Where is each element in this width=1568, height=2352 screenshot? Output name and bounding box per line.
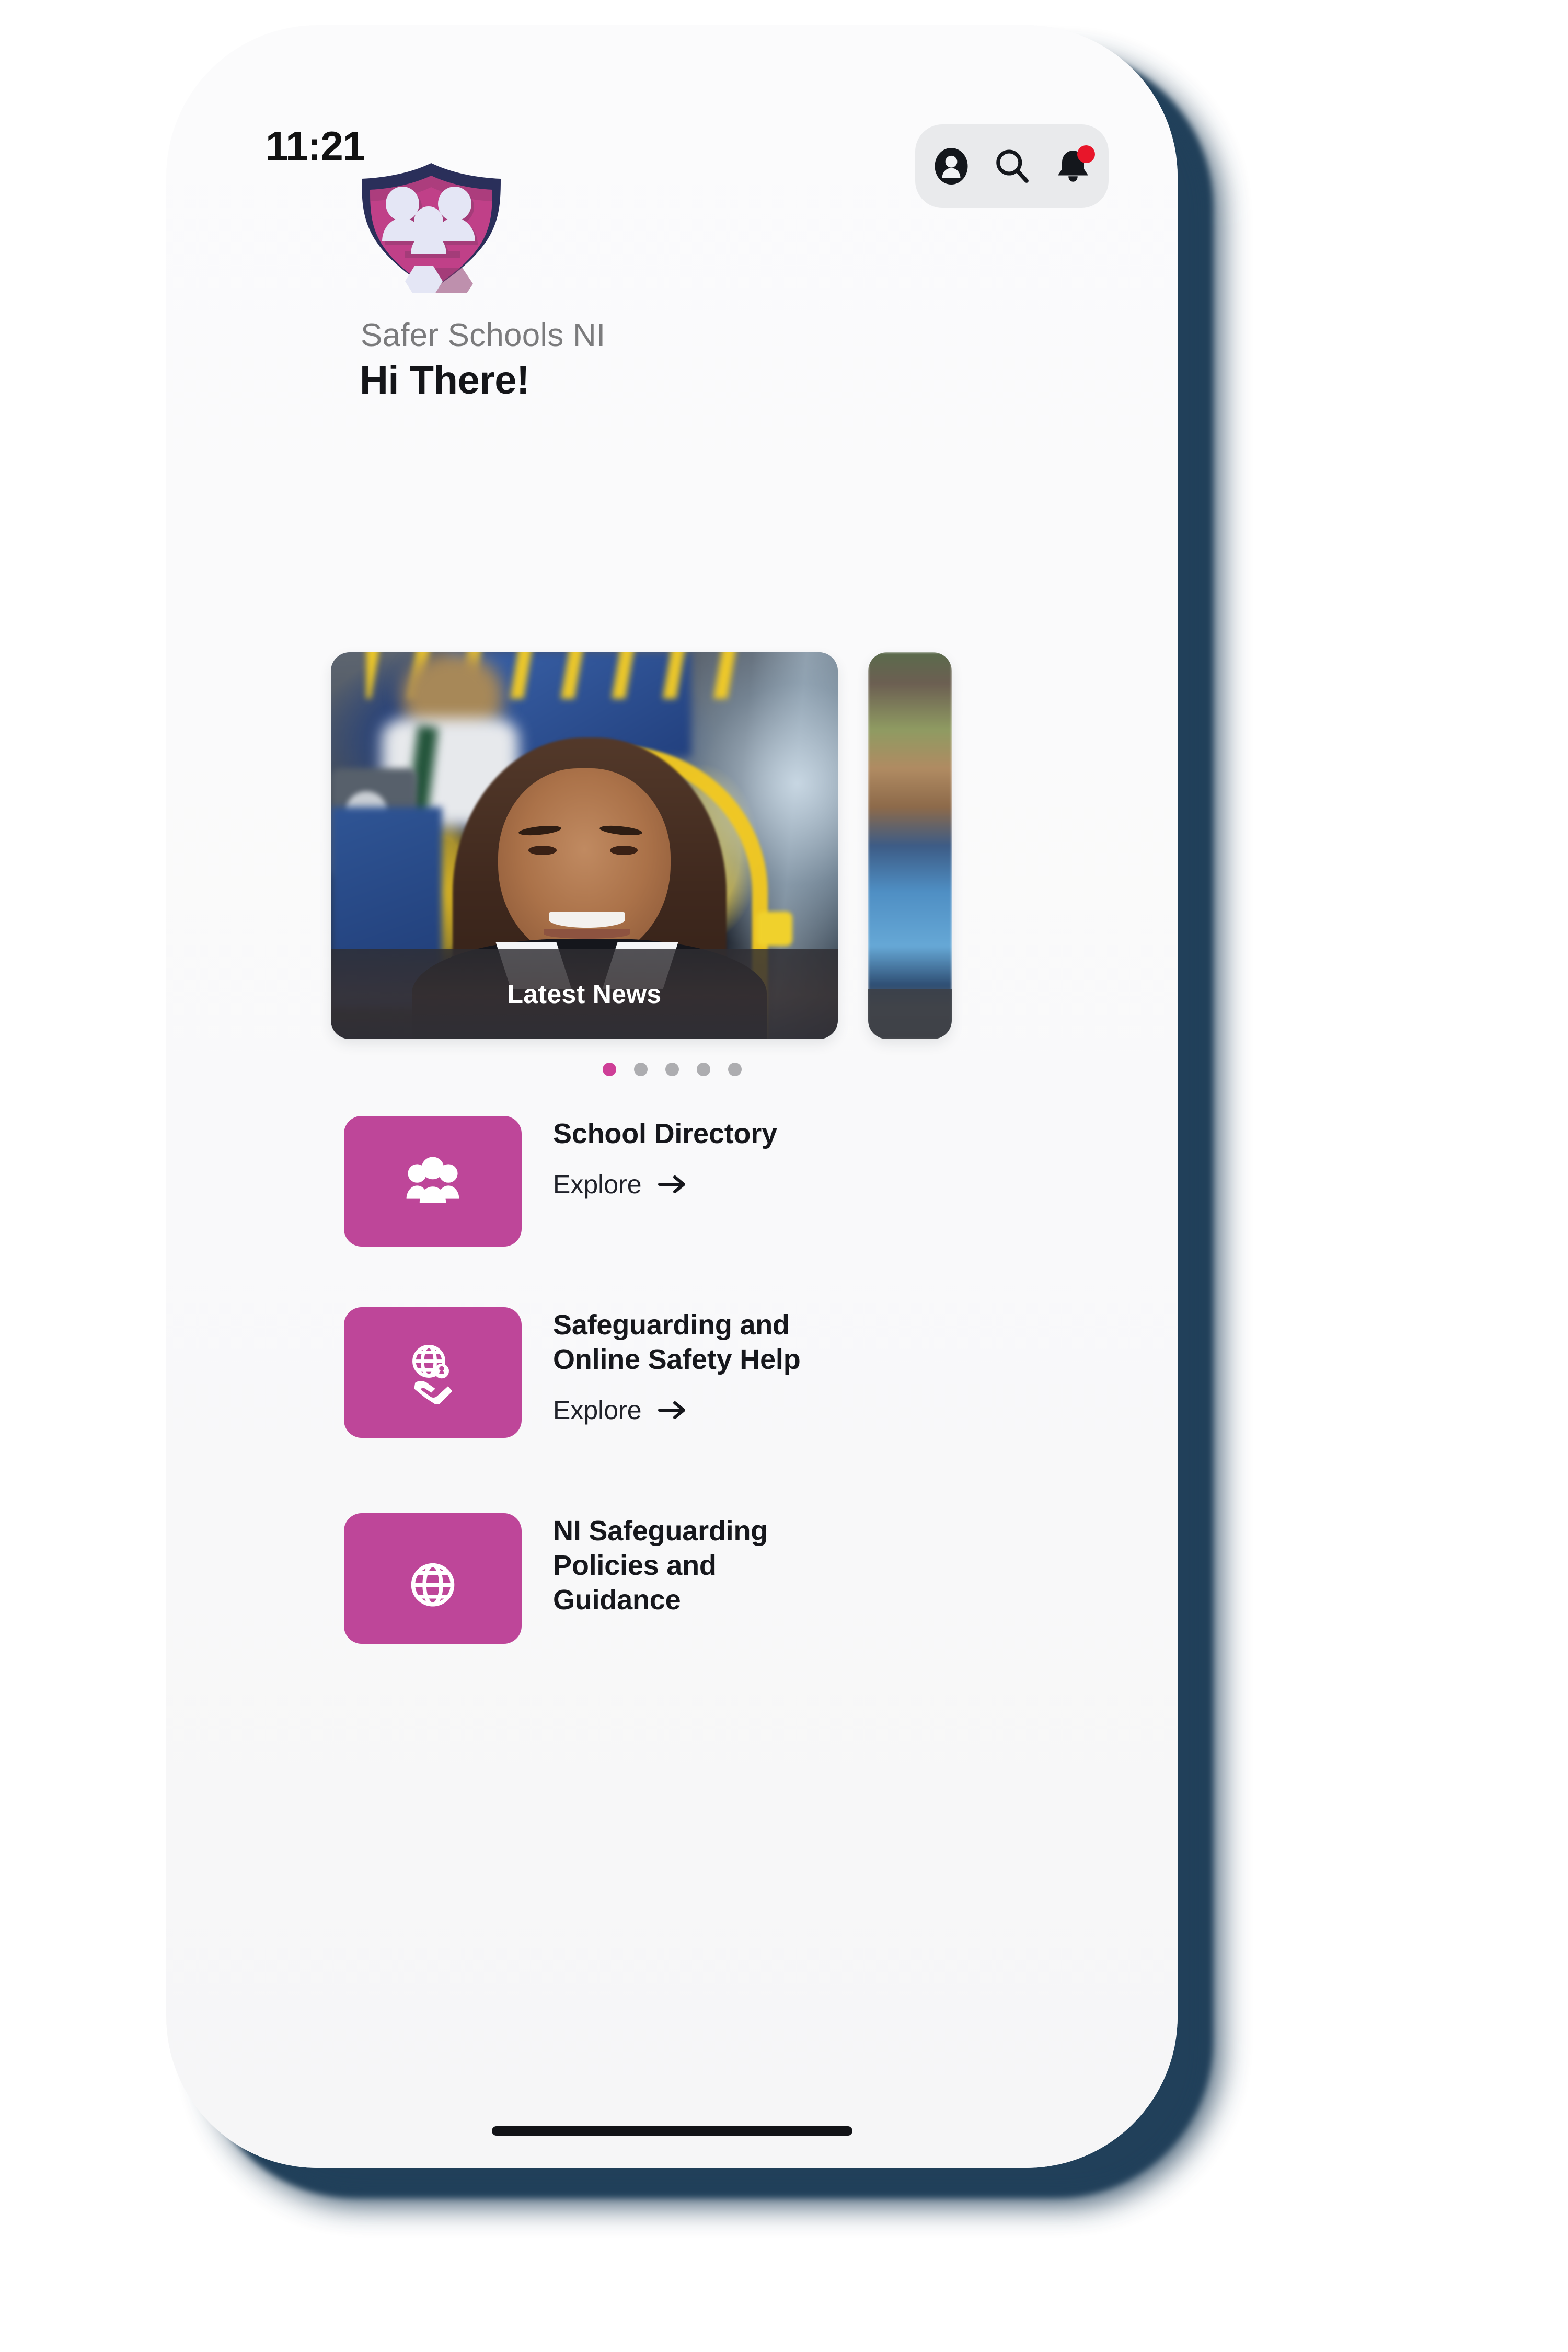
arrow-right-icon: [658, 1400, 688, 1421]
explore-label: Explore: [553, 1169, 642, 1199]
news-carousel[interactable]: Latest News: [166, 626, 1178, 1039]
menu-item-safeguarding-online-safety[interactable]: Safeguarding and Online Safety Help Expl…: [166, 1301, 1178, 1479]
explore-label: Explore: [553, 1395, 642, 1425]
menu-item-school-directory[interactable]: School Directory Explore: [166, 1110, 1178, 1287]
menu-item-title: School Directory: [553, 1118, 777, 1149]
people-group-icon: [344, 1116, 522, 1247]
menu-item-title: Safeguarding and Online Safety Help: [553, 1309, 801, 1375]
search-icon[interactable]: [987, 141, 1037, 191]
notification-badge: [1077, 145, 1095, 163]
carousel-slide-caption: Latest News: [331, 949, 838, 1039]
carousel-next-image: [868, 652, 952, 1039]
app-brand-name: Safer Schools NI: [361, 317, 606, 353]
carousel-pagination[interactable]: [166, 1063, 1178, 1076]
phone-device-frame: 11:21 Safer Schools NI Hi There! Latest …: [166, 25, 1178, 2168]
phone-screen: 11:21 Safer Schools NI Hi There! Latest …: [166, 25, 1178, 2168]
safer-schools-shield-logo: [350, 160, 512, 293]
home-indicator: [491, 2126, 852, 2136]
notifications-bell-icon[interactable]: [1048, 141, 1098, 191]
globe-icon: [344, 1513, 522, 1644]
menu-item-content: School Directory Explore: [553, 1117, 825, 1200]
menu-item-content: Safeguarding and Online Safety Help Expl…: [553, 1308, 825, 1425]
header-actions-pill: [915, 124, 1109, 208]
carousel-dot-1[interactable]: [602, 1063, 616, 1076]
carousel-dot-5[interactable]: [728, 1063, 742, 1076]
carousel-next-caption: [868, 989, 952, 1039]
menu-item-cta[interactable]: Explore: [553, 1169, 825, 1200]
menu-item-title: NI Safeguarding Policies and Guidance: [553, 1515, 768, 1616]
menu-item-content: NI Safeguarding Policies and Guidance: [553, 1514, 825, 1618]
carousel-slide-active[interactable]: Latest News: [331, 652, 838, 1039]
menu-item-ni-safeguarding-policies[interactable]: NI Safeguarding Policies and Guidance: [166, 1507, 1178, 1685]
menu-item-cta[interactable]: Explore: [553, 1395, 825, 1425]
carousel-dot-3[interactable]: [665, 1063, 679, 1076]
screenshot-stage: 11:21 Safer Schools NI Hi There! Latest …: [0, 0, 1568, 2352]
carousel-caption-text: Latest News: [507, 979, 662, 1009]
arrow-right-icon: [658, 1174, 688, 1195]
globe-in-hand-icon: [344, 1307, 522, 1438]
page-title: Hi There!: [360, 358, 529, 402]
main-menu-list: School Directory Explore Safeguarding an…: [166, 1110, 1178, 1685]
carousel-dot-4[interactable]: [696, 1063, 710, 1076]
account-icon[interactable]: [926, 141, 976, 191]
carousel-slide-next-peek[interactable]: [868, 652, 952, 1039]
carousel-dot-2[interactable]: [633, 1063, 648, 1076]
